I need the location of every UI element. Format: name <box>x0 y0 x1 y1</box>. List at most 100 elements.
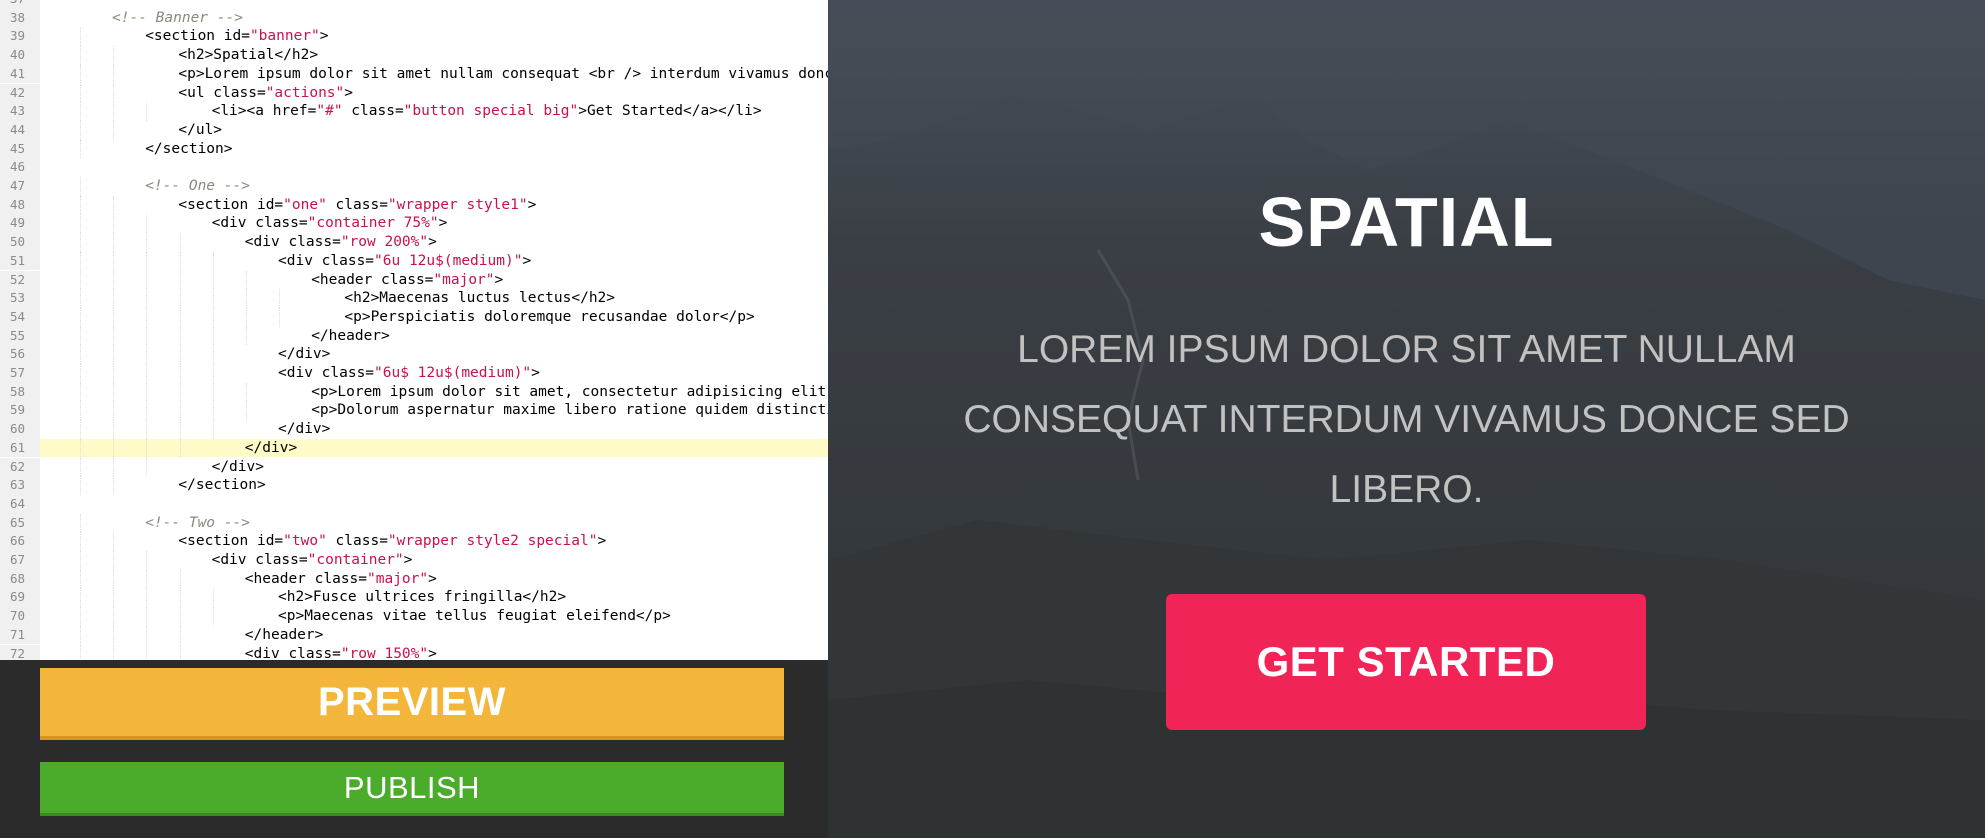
publish-button[interactable]: PUBLISH <box>40 762 784 816</box>
code-line[interactable]: 42 <ul class="actions"> <box>0 83 828 103</box>
code-line[interactable]: 48 <section id="one" class="wrapper style… <box>0 195 828 215</box>
indent-guide <box>179 251 181 271</box>
line-number: 64 <box>0 494 40 514</box>
code-text: <h2>Maecenas luctus lectus</h2> <box>344 290 616 307</box>
indent-guide <box>279 307 281 327</box>
line-number: 40 <box>0 46 40 65</box>
line-number: 59 <box>0 401 40 421</box>
code-line[interactable]: 63 </section> <box>0 476 828 495</box>
indent-guide <box>179 420 181 439</box>
indent-guide <box>246 326 247 346</box>
code-line[interactable]: 67 <div class="container"> <box>0 551 828 570</box>
indent-guide <box>179 588 181 608</box>
code-line[interactable]: 70 <p>Maecenas vitae tellus feugiat eleif… <box>0 607 828 626</box>
code-line[interactable]: 69 <h2>Fusce ultrices fringilla</h2> <box>0 588 828 608</box>
indent-guide <box>146 270 148 290</box>
indent-guide <box>80 289 81 308</box>
code-line[interactable]: 56 </div> <box>0 345 828 364</box>
indent-guide <box>179 364 181 383</box>
indent-guide <box>80 195 81 215</box>
code-line[interactable]: 40 <h2>Spatial</h2> <box>0 46 828 65</box>
code-line[interactable]: 66 <section id="two" class="wrapper style… <box>0 532 828 551</box>
code-line[interactable]: 39 <section id="banner"> <box>0 27 828 47</box>
line-number: 57 <box>0 364 40 383</box>
indent-guide <box>80 569 81 589</box>
indent-guide <box>179 401 181 421</box>
code-line[interactable]: 41 <p>Lorem ipsum dolor sit amet nullam c… <box>0 64 828 84</box>
indent-guide <box>113 233 115 252</box>
code-line[interactable]: 59 <p>Dolorum aspernatur maxime libero ra… <box>0 401 828 421</box>
code-line[interactable]: 46 <box>0 158 828 177</box>
code-line[interactable]: 37 <box>0 0 828 9</box>
code-line[interactable]: 44 </ul> <box>0 120 828 140</box>
indent-guide <box>80 102 81 121</box>
banner-text: Lorem ipsum dolor sit amet nullam conseq… <box>963 328 1850 511</box>
preview-button[interactable]: PREVIEW <box>40 668 784 740</box>
code-text: <section id="one" class="wrapper style1"… <box>178 196 537 213</box>
code-line[interactable]: 55 </header> <box>0 326 828 346</box>
indent-guide <box>80 177 81 196</box>
code-line[interactable]: 57 <div class="6u$ 12u$(medium)"> <box>0 364 828 383</box>
code-editor[interactable]: 3738 <!-- Banner --> 39 <section id="banner… <box>0 0 828 660</box>
indent-guide <box>80 588 81 608</box>
indent-guide <box>113 251 115 271</box>
indent-guide <box>80 139 81 159</box>
line-number: 49 <box>0 214 40 234</box>
indent-guide <box>113 102 115 121</box>
indent-guide <box>113 588 115 608</box>
code-line[interactable]: 72 <div class="row 150%"> <box>0 644 828 660</box>
line-number: 65 <box>0 513 40 533</box>
indent-guide <box>146 364 148 383</box>
code-text: <p>Maecenas vitae tellus feugiat eleifen… <box>278 608 671 625</box>
code-text: <div class="row 200%"> <box>244 234 437 251</box>
code-line[interactable]: 61 </div> <box>0 438 828 458</box>
code-line[interactable]: 65 <!-- Two --> <box>0 513 828 533</box>
indent-guide <box>146 569 148 589</box>
indent-guide <box>113 83 115 103</box>
code-line[interactable]: 68 <header class="major"> <box>0 569 828 589</box>
code-line[interactable]: 49 <div class="container 75%"> <box>0 214 828 234</box>
code-text: <section id="two" class="wrapper style2 … <box>178 533 607 550</box>
get-started-button[interactable]: GET STARTED <box>1166 594 1646 730</box>
code-line[interactable]: 62 </div> <box>0 457 828 477</box>
indent-guide <box>80 457 81 477</box>
code-text: <!-- Banner --> <box>112 9 243 26</box>
indent-guide <box>80 64 81 84</box>
code-text: <!-- One --> <box>145 178 250 194</box>
line-number: 56 <box>0 345 40 364</box>
indent-guide <box>80 27 81 47</box>
indent-guide <box>80 532 81 551</box>
code-line[interactable]: 38 <!-- Banner --> <box>0 8 828 28</box>
code-text: <div class="6u$ 12u$(medium)"> <box>278 365 540 381</box>
code-line[interactable]: 64 <box>0 494 828 514</box>
indent-guide <box>80 46 81 65</box>
site-preview: SPATIAL Lorem ipsum dolor sit amet nulla… <box>828 0 1985 838</box>
indent-guide <box>80 83 81 103</box>
code-line[interactable]: 52 <header class="major"> <box>0 270 828 290</box>
code-line[interactable]: 45 </section> <box>0 139 828 159</box>
indent-guide <box>146 233 148 252</box>
code-line[interactable]: 43 <li><a href="#" class="button special … <box>0 102 828 121</box>
code-line[interactable]: 58 <p>Lorem ipsum dolor sit amet, consect… <box>0 382 828 402</box>
indent-guide <box>212 588 214 608</box>
line-number: 41 <box>0 64 40 84</box>
code-line[interactable]: 47 <!-- One --> <box>0 177 828 196</box>
code-line[interactable]: 54 <p>Perspiciatis doloremque recusandae … <box>0 307 828 327</box>
code-line[interactable]: 71 </header> <box>0 625 828 645</box>
indent-guide <box>80 420 81 439</box>
code-line[interactable]: 50 <div class="row 200%"> <box>0 233 828 252</box>
indent-guide <box>80 513 81 533</box>
code-line[interactable]: 51 <div class="6u 12u$(medium)"> <box>0 251 828 271</box>
indent-guide <box>212 326 214 346</box>
line-number: 63 <box>0 476 40 495</box>
line-number: 47 <box>0 177 40 196</box>
line-number: 51 <box>0 251 40 271</box>
indent-guide <box>179 625 181 645</box>
code-text: </section> <box>145 140 233 157</box>
indent-guide <box>212 289 214 308</box>
code-line[interactable]: 60 </div> <box>0 420 828 439</box>
code-text: <li><a href="#" class="button special bi… <box>211 103 762 120</box>
code-line[interactable]: 53 <h2>Maecenas luctus lectus</h2> <box>0 289 828 308</box>
indent-guide <box>80 270 81 290</box>
banner-section: SPATIAL Lorem ipsum dolor sit amet nulla… <box>828 0 1985 838</box>
